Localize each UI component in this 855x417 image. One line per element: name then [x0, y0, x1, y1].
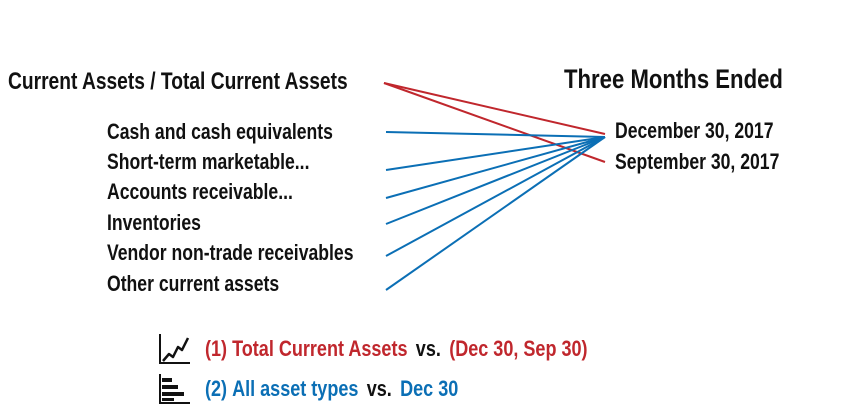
bar-chart-icon — [159, 374, 190, 404]
legend-row-total: (1) Total Current Assets vs. (Dec 30, Se… — [157, 332, 672, 366]
legend-target: (Dec 30, Sep 30) — [449, 336, 588, 361]
receivable-to-dec30-link — [385, 136, 606, 199]
asset-type-item: Other current assets — [107, 271, 280, 296]
cash-to-dec30-link — [385, 131, 606, 138]
legend-target: Dec 30 — [400, 376, 459, 401]
legend-vs: vs. — [415, 336, 441, 361]
period-item: December 30, 2017 — [615, 118, 774, 143]
line-chart-icon — [159, 334, 190, 364]
inventories-to-dec30-link — [385, 136, 606, 225]
legend-row-assets: (2) All asset types vs. Dec 30 — [157, 372, 514, 406]
asset-type-item: Inventories — [107, 210, 201, 235]
left-title: Current Assets / Total Current Assets — [8, 68, 348, 95]
legend-subject: All asset types — [232, 376, 359, 401]
asset-type-item: Short-term marketable... — [107, 149, 310, 174]
marketable-to-dec30-link — [385, 136, 606, 171]
period-item: September 30, 2017 — [615, 149, 780, 174]
asset-type-item: Cash and cash equivalents — [107, 119, 333, 144]
legend-assets-label: (2) All asset types vs. Dec 30 — [205, 376, 458, 402]
vendor-to-dec30-link — [385, 136, 606, 257]
legend-vs: vs. — [366, 376, 392, 401]
legend-number: (2) — [205, 376, 228, 401]
legend-total-label: (1) Total Current Assets vs. (Dec 30, Se… — [205, 336, 588, 362]
other-to-dec30-link — [385, 136, 606, 291]
asset-type-item: Accounts receivable... — [107, 179, 293, 204]
legend-subject: Total Current Assets — [232, 336, 408, 361]
legend-number: (1) — [205, 336, 228, 361]
asset-type-item: Vendor non-trade receivables — [107, 240, 354, 265]
right-title: Three Months Ended — [564, 64, 783, 94]
